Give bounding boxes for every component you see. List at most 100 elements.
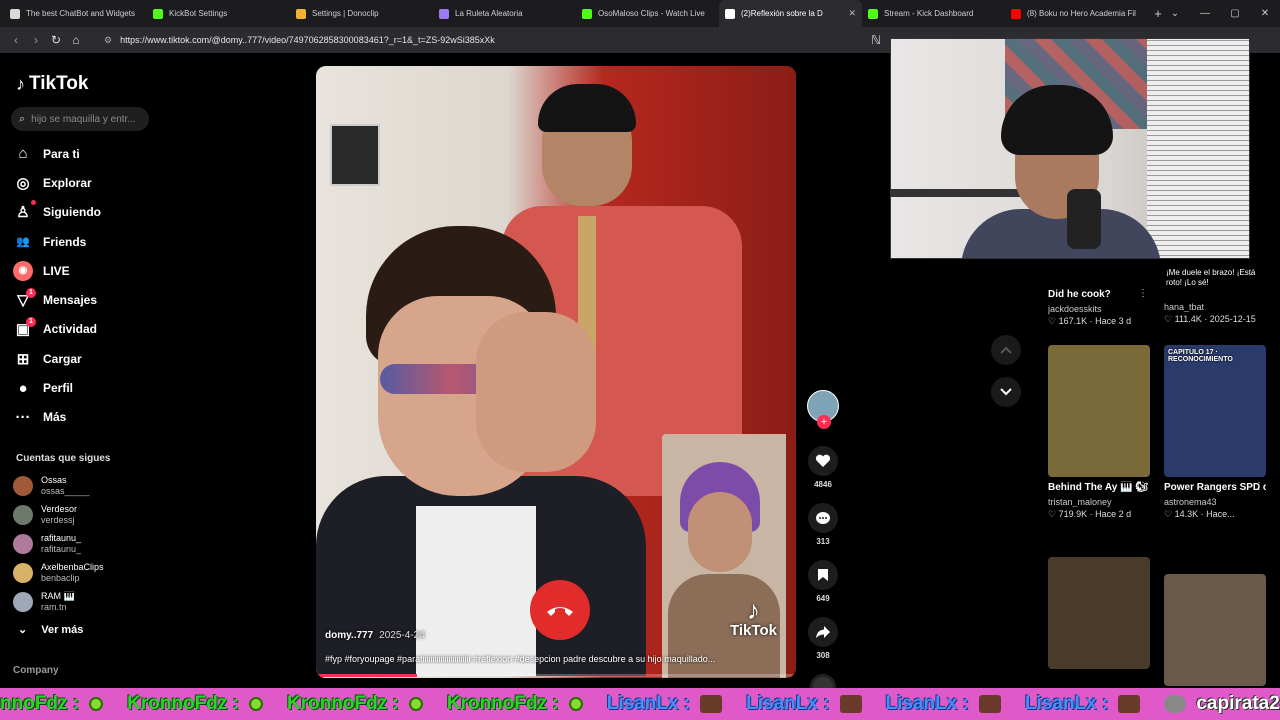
bookmark-icon[interactable] [808,560,838,590]
video-progress-bar[interactable] [316,674,796,677]
search-input[interactable]: ⌕ hijo se maquilla y entr... [11,107,149,131]
nav-item-para-ti[interactable]: ⌂ Para ti [13,139,101,168]
video-author[interactable]: tristan_maloney [1048,497,1150,507]
recommended-video-card[interactable]: Behind The Ay 🎹 🐿 Original Clip... trista… [1048,345,1150,520]
recommended-video-card[interactable]: Did he cook? jackdoesskits ♡ 167.1K · Hace… [1048,284,1150,327]
chevron-up-icon[interactable] [991,335,1021,365]
back-button[interactable]: ‹ [6,33,26,47]
emote-icon [1118,695,1141,713]
close-window-button[interactable]: ✕ [1250,0,1280,27]
see-more-label: Ver más [41,623,84,636]
following-account[interactable]: Ossas ossas_____ [13,471,104,500]
account-name: rafitaunu_ [41,532,82,543]
recommended-video-card[interactable] [1048,557,1150,669]
home-button[interactable]: ⌂ [66,33,86,47]
browser-tab[interactable]: Settings | Donoclip [290,0,433,27]
video-title[interactable]: Did he cook? [1048,288,1150,302]
browser-tab[interactable]: OsoMaloso Clips - Watch Live [576,0,719,27]
following-account[interactable]: rafitaunu_ rafitaunu_ [13,529,104,558]
nav-item-perfil[interactable]: ● Perfil [13,373,101,402]
nav-item-cargar[interactable]: ⊞ Cargar [13,344,101,373]
video-author[interactable]: jackdoesskits [1048,304,1150,314]
tab-close-icon[interactable]: ✕ [848,8,856,19]
video-author[interactable]: hana_tbat [1164,302,1266,312]
company-link[interactable]: Company [13,665,59,676]
nav-item-m-s[interactable]: ··· Más [13,403,101,432]
nav-item-friends[interactable]: 👥 Friends [13,227,101,256]
window-controls: ⌄ — ▢ ✕ [1160,0,1280,27]
chat-message: KronnoFdz : [447,693,583,715]
next-video-button[interactable] [991,377,1021,407]
video-thumbnail[interactable] [1048,557,1150,669]
account-name: Ossas [41,474,67,485]
video-stats: ♡ 111.4K · 2025-12-15 [1164,314,1256,324]
save-action[interactable]: 649 [806,560,840,603]
video-thumbnail[interactable]: CAPITULO 17 · RECONOCIMIENTO [1164,345,1266,477]
activity-icon: ▣ 1 [13,317,36,339]
account-name: AxelbenbaClips [41,561,104,572]
site-settings-icon[interactable]: ⚙ [104,35,112,46]
following-account[interactable]: AxelbenbaClips benbaclip [13,558,104,587]
browser-tab[interactable]: Stream - Kick Dashboard [862,0,1005,27]
video-title[interactable]: Behind The Ay 🎹 🐿 Original Clip... [1048,481,1150,495]
emote-icon [249,697,263,711]
browser-tab[interactable]: (2)Reflexión sobre la D ✕ [719,0,862,27]
more-options-icon[interactable]: ⋮ [1138,481,1148,492]
tab-search-icon[interactable]: ⌄ [1160,0,1190,27]
browser-tab[interactable]: (8) Boku no Hero Academia Fil [1005,0,1148,27]
video-player[interactable]: ♪ TikTok domy..777 2025-4-24 #fyp #foryo… [316,66,796,678]
follow-plus-icon[interactable]: + [817,415,831,429]
video-author[interactable]: astronema43 [1164,497,1266,507]
video-title[interactable]: Power Rangers SPD capitulo 17... [1164,481,1266,495]
more-options-icon[interactable]: ⋮ [1254,481,1264,492]
recommended-video-card[interactable]: ¡Me duele el brazo! ¡Está roto! ¡Lo sé! h… [1164,268,1266,325]
nav-item-siguiendo[interactable]: ♙ Siguiendo [13,198,101,227]
forward-button[interactable]: › [26,33,46,47]
browser-tab[interactable]: La Ruleta Aleatoria [433,0,576,27]
account-handle: verdessj [41,514,75,525]
video-caption[interactable]: #fyp #foryoupage #paratiiiiiiiiiiiiiiiii… [325,654,795,664]
nav-item-actividad[interactable]: ▣ 1 Actividad [13,315,101,344]
nav-label: Siguiendo [43,205,101,220]
reload-button[interactable]: ↻ [46,33,66,47]
share-icon[interactable] [808,617,838,647]
following-account[interactable]: RAM 🎹 ram.tn [13,587,104,616]
profile-icon: ● [18,379,28,397]
chevron-down-icon[interactable] [991,377,1021,407]
account-name: RAM 🎹 [41,590,75,601]
following-account[interactable]: Verdesor verdessj [13,500,104,529]
nav-item-mensajes[interactable]: ▽ 1 Mensajes [13,285,101,314]
reader-mode-icon[interactable]: ℕ [866,33,886,47]
nav-label: Explorar [43,175,92,190]
more-options-icon[interactable]: ⋮ [1138,288,1148,299]
browser-tab[interactable]: The best ChatBot and Widgets [4,0,147,27]
account-names: Ossas ossas_____ [41,475,90,497]
emote-icon [1164,695,1187,713]
creator-avatar[interactable]: + [807,390,839,429]
see-more-button[interactable]: ⌄ Ver más [18,623,84,637]
nav-item-live[interactable]: ◉ LIVE [13,256,101,285]
video-author[interactable]: domy..777 [325,630,373,641]
emote-icon [978,695,1001,713]
video-thumbnail[interactable] [1164,574,1266,686]
url-field[interactable]: ⚙ https://www.tiktok.com/@domy..777/vide… [98,30,698,50]
recommended-video-card[interactable]: CAPITULO 17 · RECONOCIMIENTO Power Ranger… [1164,345,1266,520]
tiktok-logo[interactable]: ♪ TikTok [16,73,88,95]
comment-action[interactable]: 313 [806,503,840,546]
share-action[interactable]: 308 [806,617,840,660]
previous-video-button[interactable] [991,335,1021,365]
comment-icon[interactable] [808,503,838,533]
maximize-button[interactable]: ▢ [1220,0,1250,27]
like-action[interactable]: 4846 [806,446,840,489]
nav-item-explorar[interactable]: ◎ Explorar [13,168,101,197]
tiktok-note-icon: ♪ [746,595,760,625]
heart-icon[interactable] [808,446,838,476]
minimize-button[interactable]: — [1190,0,1220,27]
nav-label: Más [43,410,67,425]
video-date: 2025-4-24 [379,630,425,641]
account-names: Verdesor verdessj [41,504,77,526]
tab-favicon-icon [868,8,878,19]
recommended-video-card[interactable] [1164,574,1266,686]
browser-tab[interactable]: KickBot Settings [147,0,290,27]
video-thumbnail[interactable] [1048,345,1150,477]
